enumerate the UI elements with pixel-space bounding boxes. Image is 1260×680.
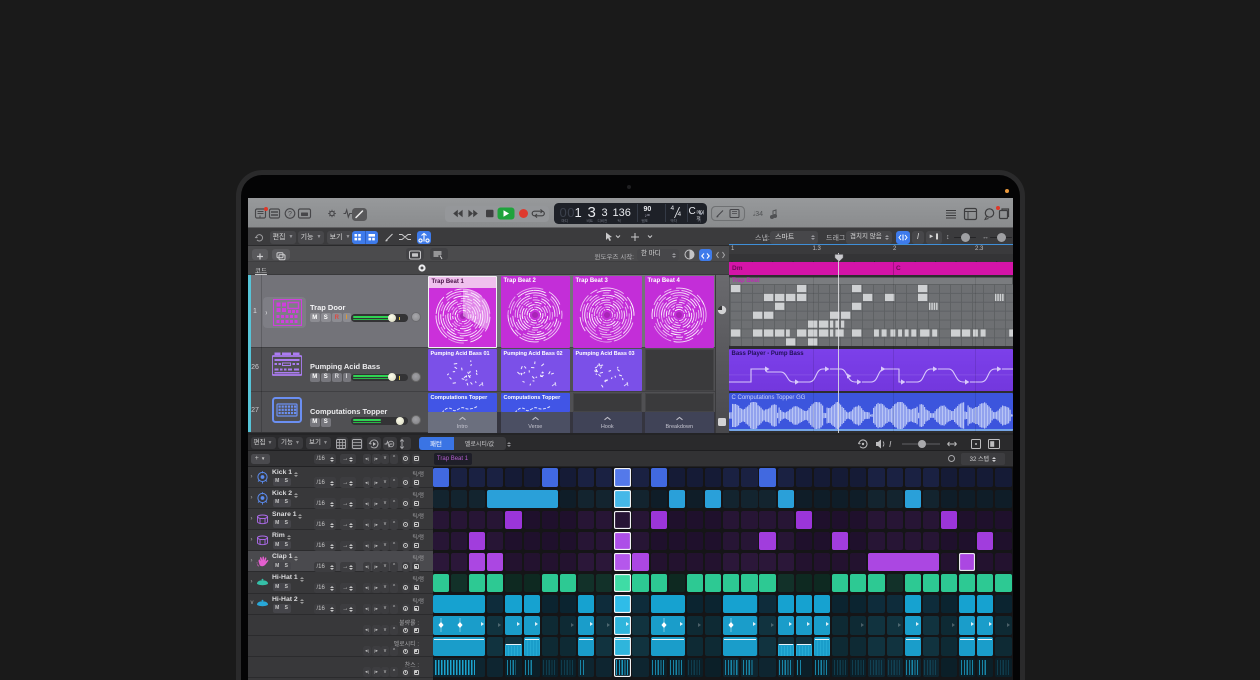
svg-text:I: I (889, 439, 892, 449)
svg-text:?: ? (288, 211, 292, 218)
svg-text:𝅗𝅥34: 𝅗𝅥34 (753, 210, 763, 218)
